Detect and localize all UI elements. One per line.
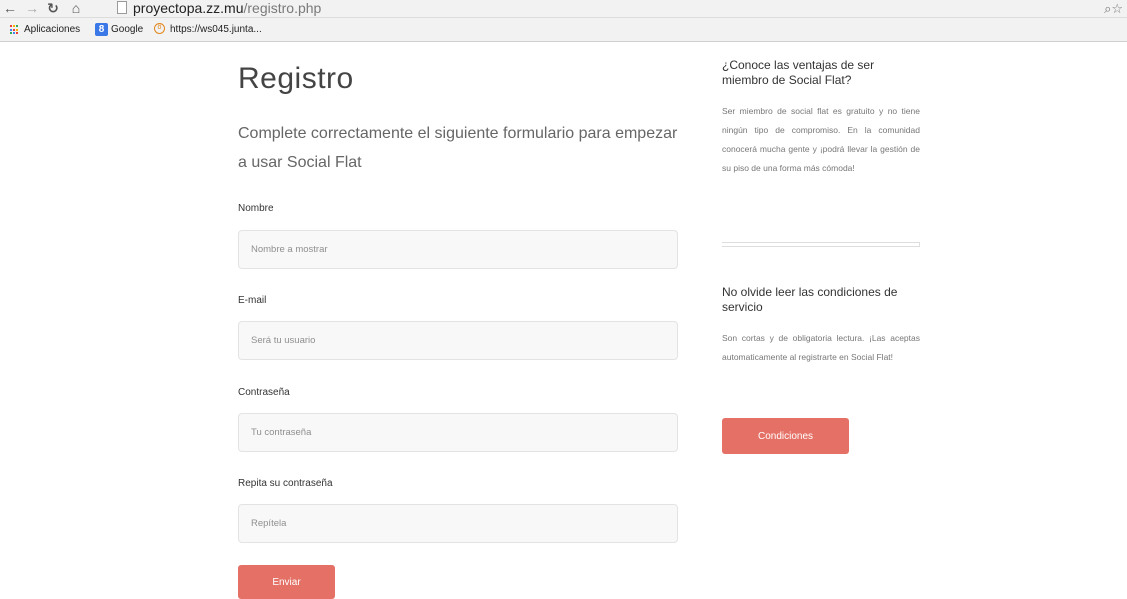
repeat-password-label: Repita su contraseña [238, 478, 333, 489]
forward-arrow-icon[interactable]: → [25, 0, 39, 17]
google-icon: 8 [95, 23, 108, 36]
nombre-label: Nombre [238, 203, 274, 214]
zoom-icon[interactable]: ⌕☆ [1104, 0, 1123, 17]
repeat-password-input[interactable] [238, 504, 678, 543]
url-host: proyectopa.zz.mu [133, 0, 244, 16]
email-label: E-mail [238, 295, 267, 306]
bookmark-junta[interactable]: https://ws045.junta... [170, 18, 262, 41]
reload-icon[interactable]: ↻ [46, 0, 60, 17]
page-subtitle: Complete correctamente el siguiente form… [238, 125, 678, 171]
bookmarks-bar: Aplicaciones 8 Google ö https://ws045.ju… [0, 18, 1127, 42]
terms-text: Son cortas y de obligatoria lectura. ¡La… [722, 333, 920, 362]
page-icon [117, 1, 127, 14]
password-label: Contraseña [238, 387, 290, 398]
url-path: /registro.php [243, 0, 322, 16]
benefits-heading: ¿Conoce las ventajas de ser miembro de S… [722, 58, 875, 87]
password-input[interactable] [238, 413, 678, 452]
nombre-input[interactable] [238, 230, 678, 269]
bookmark-google[interactable]: Google [111, 18, 143, 41]
terms-button[interactable]: Condiciones [722, 418, 849, 454]
home-icon[interactable]: ⌂ [69, 0, 83, 17]
address-bar[interactable]: proyectopa.zz.mu/registro.php [133, 0, 321, 17]
back-arrow-icon[interactable]: ← [3, 0, 17, 17]
sidebar-divider [722, 242, 920, 247]
browser-toolbar: ← → ↻ ⌂ proyectopa.zz.mu/registro.php ⌕☆ [0, 0, 1127, 18]
email-input[interactable] [238, 321, 678, 360]
terms-heading: No olvide leer las condiciones de servic… [722, 285, 898, 314]
page-title: Registro [238, 62, 354, 95]
junta-icon: ö [154, 23, 165, 34]
bookmark-apps[interactable]: Aplicaciones [24, 18, 80, 41]
benefits-text: Ser miembro de social flat es gratuito y… [722, 106, 920, 173]
apps-grid-icon [10, 25, 20, 35]
